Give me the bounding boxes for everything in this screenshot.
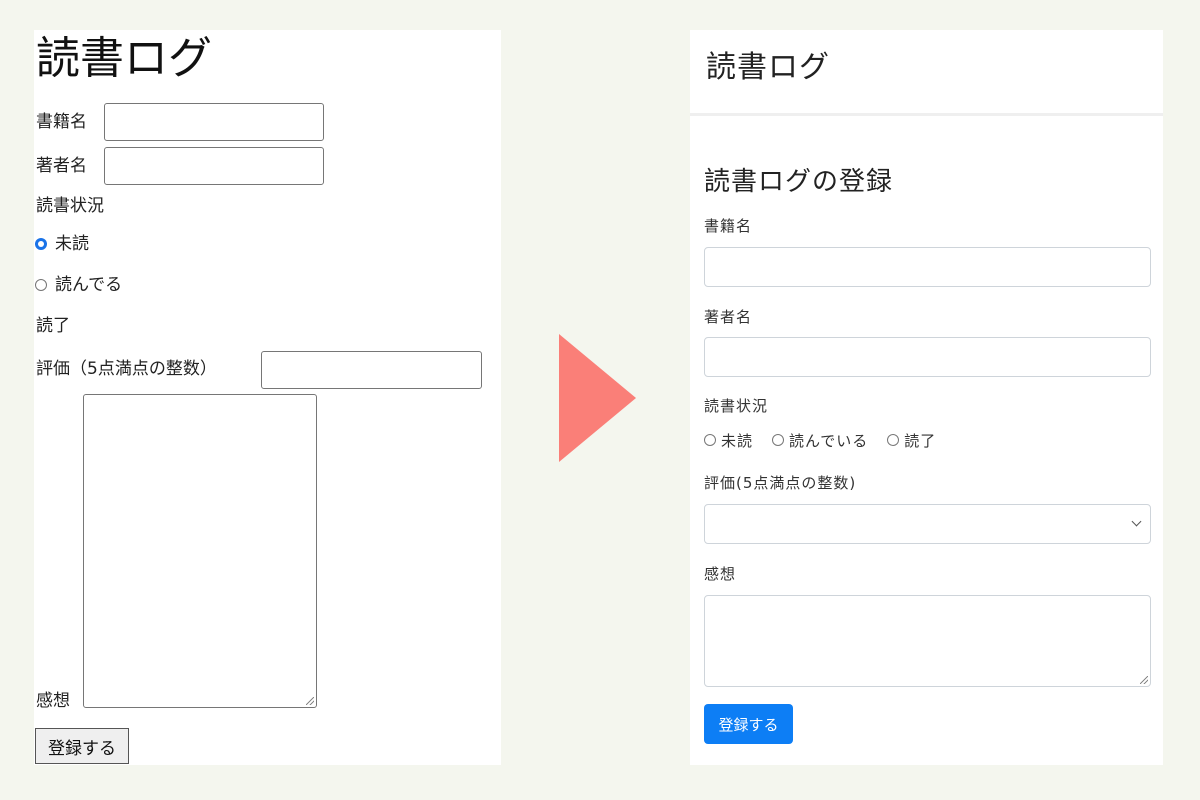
- page-title: 読書ログ: [36, 33, 212, 84]
- status-unread-radio[interactable]: [704, 434, 716, 446]
- chevron-down-icon: [1131, 516, 1142, 527]
- status-unread-radio[interactable]: [35, 238, 47, 250]
- author-input[interactable]: [104, 147, 324, 185]
- book-title-label: 書籍名: [36, 112, 87, 132]
- book-title-input[interactable]: [704, 247, 1151, 287]
- comment-label: 感想: [36, 691, 70, 711]
- book-title-input[interactable]: [104, 103, 324, 141]
- navbar-brand[interactable]: 読書ログ: [706, 50, 830, 86]
- form-heading: 読書ログの登録: [704, 167, 894, 197]
- submit-button[interactable]: 登録する: [35, 728, 129, 764]
- status-unread-label: 未読: [721, 431, 754, 450]
- status-reading-label: 読んでいる: [789, 431, 869, 450]
- status-reading-option[interactable]: 読んでいる: [772, 430, 868, 451]
- status-reading-label: 読んでる: [55, 275, 123, 295]
- status-reading-radio[interactable]: [35, 279, 47, 291]
- rating-input[interactable]: [261, 351, 482, 389]
- status-unread-option[interactable]: 未読: [704, 430, 753, 451]
- resize-grip-icon[interactable]: [1140, 676, 1148, 684]
- unstyled-form-panel: 読書ログ 書籍名 著者名 読書状況 未読 読んでる 読了 評価（5点満点の整数）…: [34, 30, 501, 765]
- status-finished-label: 読了: [904, 431, 937, 450]
- reading-status-label: 読書状況: [36, 196, 104, 216]
- resize-grip-icon[interactable]: [306, 697, 314, 705]
- comment-label: 感想: [704, 565, 737, 583]
- status-finished-label: 読了: [36, 316, 70, 336]
- status-finished-option[interactable]: 読了: [887, 430, 936, 451]
- author-label: 著者名: [704, 308, 753, 326]
- author-label: 著者名: [36, 156, 87, 176]
- rating-label: 評価(5点満点の整数): [704, 474, 857, 492]
- submit-button[interactable]: 登録する: [704, 704, 793, 744]
- rating-label: 評価（5点満点の整数）: [36, 359, 217, 379]
- status-reading-radio[interactable]: [772, 434, 785, 446]
- reading-status-radio-group: 未読 読んでいる 読了: [704, 430, 955, 450]
- arrow-right-icon: [559, 334, 636, 462]
- comment-textarea[interactable]: [704, 595, 1151, 687]
- styled-form-panel: 読書ログ 読書ログの登録 書籍名 著者名 読書状況 未読 読んでいる 読了 評価…: [690, 30, 1163, 765]
- rating-select[interactable]: [704, 504, 1151, 544]
- comment-textarea[interactable]: [83, 394, 317, 708]
- author-input[interactable]: [704, 337, 1151, 377]
- status-finished-radio[interactable]: [887, 434, 900, 446]
- book-title-label: 書籍名: [704, 217, 753, 235]
- status-unread-label: 未読: [55, 234, 89, 254]
- navbar: 読書ログ: [690, 30, 1163, 116]
- reading-status-label: 読書状況: [704, 397, 769, 415]
